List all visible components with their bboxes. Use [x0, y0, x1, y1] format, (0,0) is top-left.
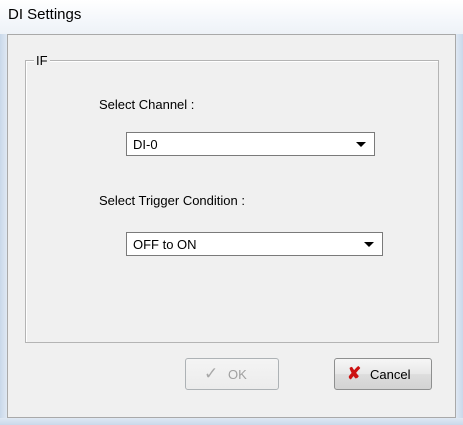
channel-select-value: DI-0: [133, 137, 158, 152]
if-groupbox: IF Select Channel : DI-0 Select Trigger …: [25, 53, 439, 343]
channel-select[interactable]: DI-0: [126, 132, 375, 156]
window-title: DI Settings: [8, 6, 82, 23]
dialog-client-area: IF Select Channel : DI-0 Select Trigger …: [7, 34, 456, 418]
chevron-down-icon: [356, 142, 366, 147]
title-bar: DI Settings: [0, 0, 463, 34]
trigger-condition-select[interactable]: OFF to ON: [126, 232, 383, 256]
select-trigger-label: Select Trigger Condition :: [99, 193, 245, 208]
select-channel-label: Select Channel :: [99, 97, 195, 112]
ok-button[interactable]: ✓ OK: [185, 358, 279, 390]
cancel-button[interactable]: ✘ Cancel: [334, 358, 432, 390]
cancel-button-label: Cancel: [370, 367, 411, 382]
window-frame-right: [456, 34, 463, 425]
window-frame-left: [0, 34, 7, 425]
trigger-select-value: OFF to ON: [133, 237, 197, 252]
checkmark-icon: ✓: [204, 364, 219, 383]
groupbox-label: IF: [34, 53, 50, 68]
red-x-icon: ✘: [347, 364, 362, 383]
ok-button-label: OK: [228, 367, 247, 382]
chevron-down-icon: [364, 242, 374, 247]
window-frame-bottom: [0, 418, 463, 425]
